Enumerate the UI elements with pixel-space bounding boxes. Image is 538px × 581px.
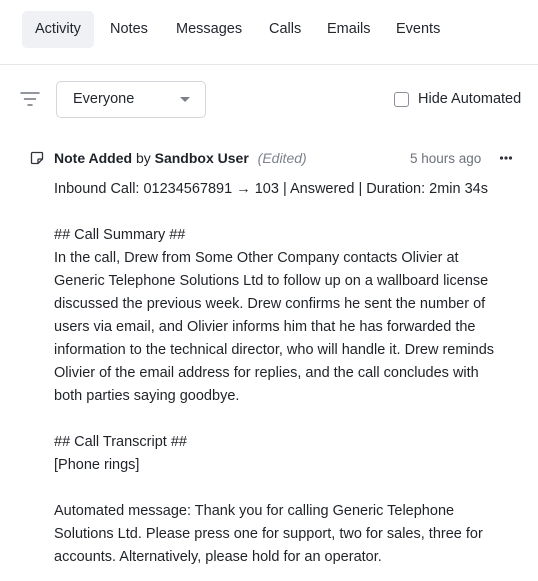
activity-tabs: Activity Notes Messages Calls Emails Eve… bbox=[0, 0, 538, 65]
activity-author[interactable]: Sandbox User bbox=[155, 150, 249, 166]
transcript-text: Automated message: Thank you for calling… bbox=[54, 503, 455, 519]
tab-messages[interactable]: Messages bbox=[176, 11, 242, 48]
edited-flag: (Edited) bbox=[257, 150, 307, 166]
transcript-text: Solutions Ltd. Please press one for supp… bbox=[54, 526, 483, 542]
user-filter-value: Everyone bbox=[73, 91, 135, 107]
activity-by: by bbox=[135, 150, 151, 166]
activity-timestamp: 5 hours ago bbox=[410, 151, 482, 166]
call-transcript-heading: ## Call Transcript ## bbox=[54, 434, 187, 450]
transcript-text: accounts. Alternatively, please hold for… bbox=[54, 549, 382, 565]
more-options-icon[interactable] bbox=[499, 152, 513, 164]
call-summary-text: Olivier of the email address for replies… bbox=[54, 365, 479, 381]
call-summary-text: discussed the previous week. Drew confir… bbox=[54, 296, 486, 312]
filter-lines-icon[interactable] bbox=[20, 89, 40, 109]
call-summary-text: users via email, and Olivier informs him… bbox=[54, 319, 476, 335]
tab-activity[interactable]: Activity bbox=[22, 11, 94, 48]
tab-events[interactable]: Events bbox=[396, 11, 440, 48]
activity-type: Note Added bbox=[54, 150, 133, 166]
note-body: Inbound Call: 01234567891 → 103 | Answer… bbox=[54, 178, 524, 569]
call-summary-heading: ## Call Summary ## bbox=[54, 227, 186, 243]
tab-notes[interactable]: Notes bbox=[110, 11, 148, 48]
transcript-text: [Phone rings] bbox=[54, 457, 140, 473]
hide-automated-label[interactable]: Hide Automated bbox=[418, 91, 521, 107]
tab-calls[interactable]: Calls bbox=[269, 11, 301, 48]
call-summary-line: Inbound Call: 01234567891 → 103 | Answer… bbox=[54, 181, 488, 197]
hide-automated-checkbox[interactable] bbox=[394, 92, 409, 107]
call-summary-text: Generic Telephone Solutions Ltd to follo… bbox=[54, 273, 489, 289]
chevron-down-icon bbox=[180, 97, 190, 102]
tab-emails[interactable]: Emails bbox=[327, 11, 371, 48]
note-icon bbox=[30, 151, 44, 165]
call-summary-text: both parties saying goodbye. bbox=[54, 388, 240, 404]
call-summary-text: information to the technical director, w… bbox=[54, 342, 495, 358]
user-filter-select[interactable]: Everyone bbox=[56, 81, 206, 118]
activity-item-header: Note Added by Sandbox User (Edited) bbox=[54, 150, 307, 166]
call-summary-text: In the call, Drew from Some Other Compan… bbox=[54, 250, 459, 266]
